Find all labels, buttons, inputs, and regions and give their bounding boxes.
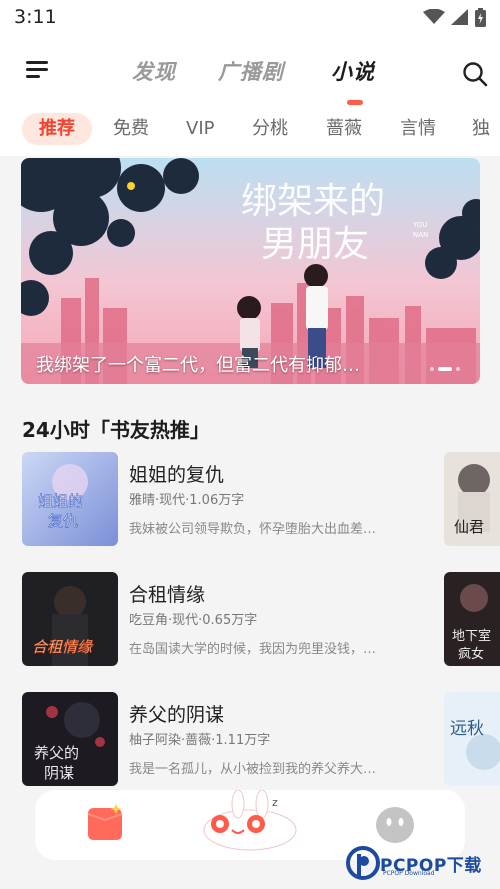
category-tab-romance[interactable]: 言情 [400,113,436,145]
category-tab-more[interactable]: 独 [472,113,490,145]
category-tab-recommend[interactable]: 推荐 [22,113,92,145]
svg-text:养父的: 养父的 [34,744,79,762]
signal-icon [451,9,468,25]
svg-text:姐姐的: 姐姐的 [38,492,83,510]
book-description: 我妹被公司领导欺负，怀孕堕胎大出血差… [129,522,377,537]
svg-text:疯女: 疯女 [458,646,484,662]
book-description: 我是一名孤儿，从小被捡到我的养父养大… [129,762,377,777]
book-meta: 吃豆角·现代·0.65万字 [129,613,258,628]
svg-text:合租情缘: 合租情缘 [32,638,94,656]
book-item[interactable]: 姐姐的 复仇 姐姐的复仇 雅晴·现代·1.06万字 我妹被公司领导欺负，怀孕堕胎… [0,452,500,548]
category-tab-fentao[interactable]: 分桃 [252,113,288,145]
active-tab-indicator [347,100,363,105]
category-tab-qiangwei[interactable]: 蔷薇 [326,113,362,145]
svg-text:复仇: 复仇 [48,512,78,530]
category-tab-free[interactable]: 免费 [113,113,149,145]
menu-icon[interactable] [26,61,50,81]
featured-banner[interactable]: 绑架来的 男朋友 YOU NAN 我绑架了一个富二代，但富二代有抑郁… [21,158,480,384]
battery-icon [475,7,486,27]
watermark-logo: PCPOP下载 PCPOP Download [346,843,482,883]
side-book-cover[interactable]: 地下室 疯女 [444,572,500,666]
book-title: 养父的阴谋 [129,704,225,726]
wifi-icon [423,9,445,24]
banner-caption: 我绑架了一个富二代，但富二代有抑郁… [36,355,360,376]
svg-text:阴谋: 阴谋 [44,764,74,782]
pcpop-logo-icon [346,846,380,880]
book-meta: 雅晴·现代·1.06万字 [129,493,245,508]
book-item[interactable]: 合租情缘 合租情缘 吃豆角·现代·0.65万字 在岛国读大学的时候，我因为兜里没… [0,572,500,668]
book-description: 在岛国读大学的时候，我因为兜里没钱，… [129,642,377,657]
category-tabs: 推荐 免费 VIP 分桃 蔷薇 言情 独 [0,110,500,156]
banner-art-title-line1: 绑架来的 [241,181,385,222]
watermark-subtitle: PCPOP Download [383,870,435,877]
tab-novel[interactable]: 小说 [331,56,375,86]
tab-discover[interactable]: 发现 [132,56,176,86]
banner-art-title-line2: 男朋友 [261,224,369,265]
top-nav: 发现 广播剧 小说 [0,34,500,110]
profile-icon[interactable] [374,806,416,844]
banner-art-subtitle: YOU [412,221,428,229]
section-title: 24小时「书友热推」 [22,418,210,442]
mascot-icon[interactable]: z [200,790,300,852]
banner-pagination [430,367,460,371]
tab-audio-drama[interactable]: 广播剧 [218,56,284,86]
book-title: 合租情缘 [129,584,206,606]
svg-text:NAN: NAN [413,231,428,239]
book-icon[interactable] [84,802,126,844]
status-icons [423,7,486,27]
svg-text:地下室: 地下室 [452,628,491,644]
svg-text:z: z [272,796,278,809]
svg-text:仙君: 仙君 [454,518,484,536]
category-tab-vip[interactable]: VIP [186,113,214,145]
status-time: 3:11 [14,6,57,28]
book-cover[interactable]: 养父的 阴谋 [22,692,118,786]
book-item[interactable]: 养父的 阴谋 养父的阴谋 柚子阿染·蔷薇·1.11万字 我是一名孤儿，从小被捡到… [0,692,500,788]
book-cover[interactable]: 姐姐的 复仇 [22,452,118,546]
book-title: 姐姐的复仇 [129,464,225,486]
status-bar: 3:11 [0,0,500,34]
side-book-cover[interactable]: 远秋 [444,692,500,786]
svg-text:远秋: 远秋 [450,719,484,739]
book-cover[interactable]: 合租情缘 [22,572,118,666]
book-meta: 柚子阿染·蔷薇·1.11万字 [129,733,271,748]
side-book-cover[interactable]: 仙君 [444,452,500,546]
search-icon[interactable] [462,61,488,87]
